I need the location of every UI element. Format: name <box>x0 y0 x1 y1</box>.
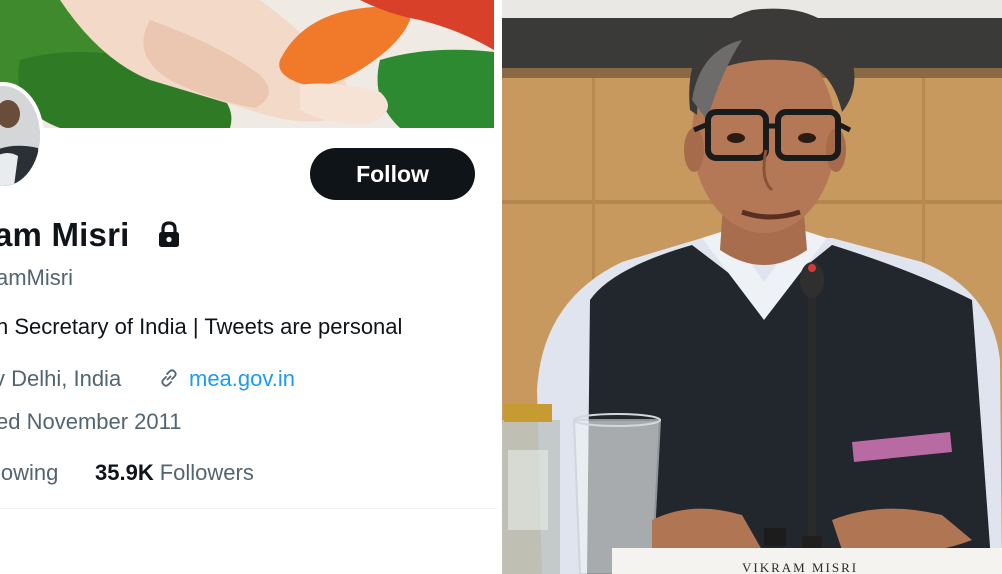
speaker-photo: VIKRAM MISRI <box>502 0 1002 574</box>
profile-website-link[interactable]: mea.gov.in <box>189 366 295 392</box>
profile-handle: amMisri <box>0 265 73 290</box>
profile-panel: Follow am Misri amMisri n Secretary of I… <box>0 0 497 574</box>
followers-label: Followers <box>159 460 254 485</box>
profile-display-name: am Misri <box>0 216 130 253</box>
followers-count: 35.9K <box>95 460 154 485</box>
following-link[interactable]: lowing <box>0 460 58 486</box>
profile-bio: n Secretary of India | Tweets are person… <box>0 314 403 339</box>
nameplate-text: VIKRAM MISRI <box>742 560 859 574</box>
link-icon <box>161 369 177 387</box>
section-divider <box>0 508 497 509</box>
profile-location: v Delhi, India <box>0 366 122 391</box>
profile-banner-image <box>0 0 494 128</box>
followers-link[interactable]: 35.9K Followers <box>95 460 254 486</box>
follow-button[interactable]: Follow <box>310 148 475 200</box>
lock-icon <box>159 221 179 247</box>
profile-joined-date: ed November 2011 <box>0 409 182 434</box>
